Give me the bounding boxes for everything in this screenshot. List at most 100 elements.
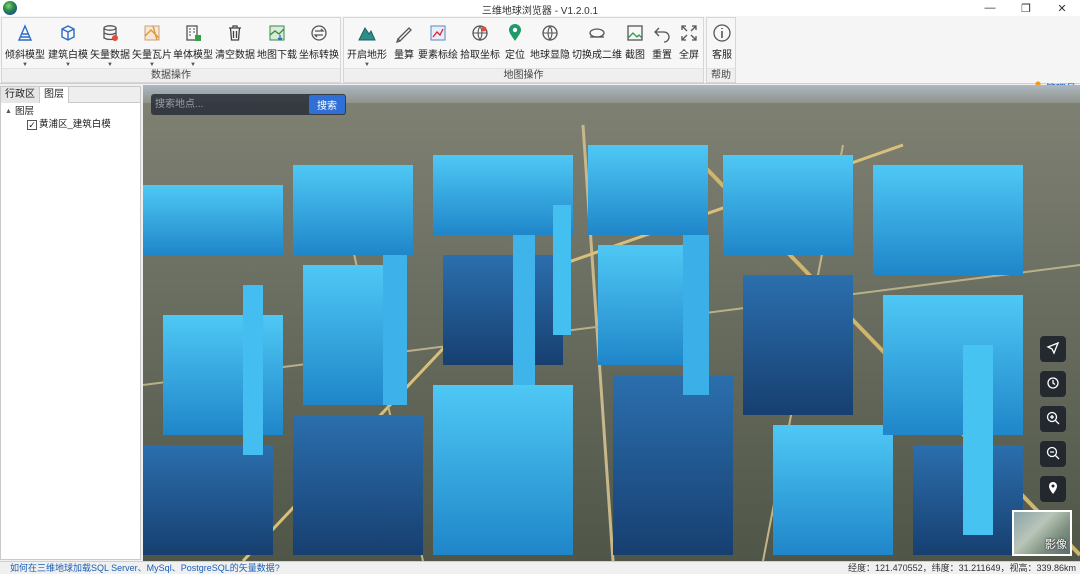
search-button[interactable]: 搜索 (309, 95, 345, 114)
map-view[interactable]: 搜索 影像 (143, 85, 1080, 561)
tool-label: 倾斜模型 (5, 50, 45, 61)
zoom-out-button[interactable] (1040, 441, 1066, 467)
help-link[interactable]: 如何在三维地球加载SQL Server、MySql、PostgreSQL的矢量数… (10, 562, 280, 574)
city-3d-scene (143, 103, 1080, 561)
info-icon (711, 22, 733, 44)
group-label: 数据操作 (2, 68, 340, 82)
tool-label: 客服 (712, 50, 732, 61)
location-pin-icon (504, 22, 526, 44)
tool-label: 矢量数据 (90, 50, 130, 61)
tool-label: 地球显隐 (530, 50, 570, 61)
tool-label: 建筑白模 (48, 50, 88, 61)
zoom-in-icon (1046, 411, 1060, 428)
screenshot-button[interactable]: 截图 (624, 22, 646, 68)
feature-plot-icon (427, 22, 449, 44)
compass-button[interactable] (1040, 336, 1066, 362)
history-button[interactable] (1040, 371, 1066, 397)
location-button[interactable] (1040, 476, 1066, 502)
tool-label: 清空数据 (215, 50, 255, 61)
building-cube-icon (57, 22, 79, 44)
tree-item-layer[interactable]: ✓ 黄浦区_建筑白模 (5, 118, 136, 131)
layer-tree: ▲ 图层 ✓ 黄浦区_建筑白模 (1, 103, 140, 133)
coordinate-convert-button[interactable]: 坐标转换 (299, 22, 339, 68)
map-operations-group: 开启地形 ▼ 量算 要素标绘 拾取坐标 定位 地球显隐 切换成二维 截图 重置 … (343, 17, 704, 83)
vector-tile-button[interactable]: 矢量瓦片 ▼ (132, 22, 172, 68)
map-pin-icon (1046, 481, 1060, 498)
globe-icon (539, 22, 561, 44)
tool-label: 单体模型 (173, 50, 213, 61)
coordinate-readout: 经度：121.470552，纬度：31.211649，视高：339.86km (848, 563, 1076, 573)
tab-layers[interactable]: 图层 (40, 87, 69, 103)
fullscreen-button[interactable]: 全屏 (678, 22, 700, 68)
tool-label: 全屏 (679, 50, 699, 61)
customer-service-button[interactable]: 客服 (711, 22, 733, 68)
tool-label: 拾取坐标 (460, 50, 500, 61)
tool-label: 量算 (394, 50, 414, 61)
zoom-out-icon (1046, 446, 1060, 463)
ribbon-toolbar: 倾斜模型 ▼ 建筑白模 ▼ 矢量数据 ▼ 矢量瓦片 ▼ 单体模型 ▼ 清空数据 … (0, 16, 1080, 95)
tool-label: 坐标转换 (299, 50, 339, 61)
status-bar: 如何在三维地球加载SQL Server、MySql、PostgreSQL的矢量数… (0, 561, 1080, 574)
feature-plot-button[interactable]: 要素标绘 (418, 22, 458, 68)
tool-label: 矢量瓦片 (132, 50, 172, 61)
navigation-arrow-icon (1046, 341, 1060, 358)
measure-button[interactable]: 量算 (393, 22, 415, 68)
basemap-switcher[interactable]: 影像 (1012, 510, 1072, 556)
panel-tabs: 行政区 图层 (1, 87, 140, 103)
history-icon (1046, 376, 1060, 393)
place-search: 搜索 (151, 94, 346, 115)
tool-label: 定位 (505, 50, 525, 61)
group-label: 地图操作 (344, 68, 703, 82)
single-model-icon (182, 22, 204, 44)
window-title: 三维地球浏览器 - V1.2.0.1 (481, 6, 599, 17)
tool-label: 开启地形 (347, 50, 387, 61)
group-label: 帮助 (707, 68, 735, 82)
zoom-in-button[interactable] (1040, 406, 1066, 432)
enable-terrain-button[interactable]: 开启地形 ▼ (347, 22, 387, 68)
tree-root[interactable]: ▲ 图层 (5, 105, 136, 118)
minimize-button[interactable]: — (972, 0, 1008, 16)
app-window: 三维地球浏览器 - V1.2.0.1 — ❐ ✕ 倾斜模型 ▼ 建筑白模 ▼ 矢… (0, 0, 1080, 574)
coordinate-convert-icon (308, 22, 330, 44)
tool-label: 切换成二维 (572, 50, 622, 61)
tilted-model-icon (14, 22, 36, 44)
reset-button[interactable]: 重置 (651, 22, 673, 68)
map-download-icon (266, 22, 288, 44)
globe-pick-icon (469, 22, 491, 44)
tree-root-label: 图层 (15, 106, 35, 117)
search-input[interactable] (155, 96, 309, 113)
basemap-label: 影像 (1045, 539, 1067, 551)
layer-checkbox[interactable]: ✓ (27, 119, 37, 130)
tab-district[interactable]: 行政区 (1, 87, 40, 103)
maximize-button[interactable]: ❐ (1008, 0, 1044, 16)
tool-label: 重置 (652, 50, 672, 61)
trash-icon (224, 22, 246, 44)
layer-label: 黄浦区_建筑白模 (39, 119, 111, 130)
help-group: 客服 帮助 (706, 17, 736, 83)
pick-coordinate-button[interactable]: 拾取坐标 (460, 22, 500, 68)
vector-data-button[interactable]: 矢量数据 ▼ (90, 22, 130, 68)
single-model-button[interactable]: 单体模型 ▼ (173, 22, 213, 68)
tool-label: 地图下载 (257, 50, 297, 61)
globe-toggle-button[interactable]: 地球显隐 (530, 22, 570, 68)
collapse-icon[interactable]: ▲ (5, 105, 15, 118)
database-icon (99, 22, 121, 44)
tool-label: 要素标绘 (418, 50, 458, 61)
image-icon (624, 22, 646, 44)
undo-icon (651, 22, 673, 44)
ruler-pencil-icon (393, 22, 415, 44)
close-button[interactable]: ✕ (1044, 0, 1080, 16)
vector-tile-icon (141, 22, 163, 44)
switch-2d-icon (586, 22, 608, 44)
tilted-model-button[interactable]: 倾斜模型 ▼ (5, 22, 45, 68)
switch-2d-button[interactable]: 切换成二维 (572, 22, 622, 68)
map-download-button[interactable]: 地图下载 (257, 22, 297, 68)
layer-panel: 行政区 图层 ▲ 图层 ✓ 黄浦区_建筑白模 (0, 86, 141, 560)
building-model-button[interactable]: 建筑白模 ▼ (48, 22, 88, 68)
clear-data-button[interactable]: 清空数据 (215, 22, 255, 68)
title-bar: 三维地球浏览器 - V1.2.0.1 — ❐ ✕ (0, 0, 1080, 17)
data-operations-group: 倾斜模型 ▼ 建筑白模 ▼ 矢量数据 ▼ 矢量瓦片 ▼ 单体模型 ▼ 清空数据 … (1, 17, 341, 83)
fullscreen-icon (678, 22, 700, 44)
tool-label: 截图 (625, 50, 645, 61)
locate-button[interactable]: 定位 (504, 22, 526, 68)
